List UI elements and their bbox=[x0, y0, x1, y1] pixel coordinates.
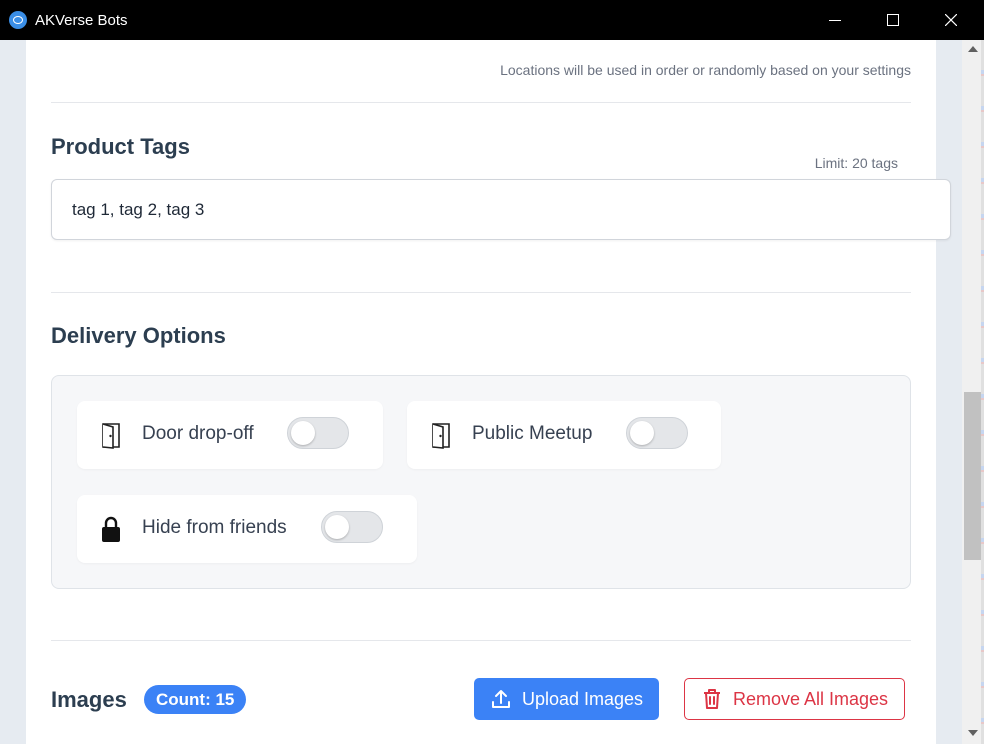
minimize-icon bbox=[829, 19, 841, 21]
scroll-up-arrow-icon[interactable] bbox=[968, 46, 978, 52]
upload-images-button[interactable]: Upload Images bbox=[474, 678, 659, 720]
trash-icon bbox=[703, 689, 720, 709]
right-gutter bbox=[936, 40, 962, 744]
lock-icon bbox=[102, 516, 120, 542]
settings-card: Locations will be used in order or rando… bbox=[26, 40, 951, 744]
close-button[interactable] bbox=[922, 0, 980, 40]
divider bbox=[51, 102, 911, 103]
remove-all-images-label: Remove All Images bbox=[732, 688, 889, 709]
scroll-thumb[interactable] bbox=[964, 392, 981, 560]
option-label: Door drop-off bbox=[142, 423, 254, 444]
app-logo-icon bbox=[9, 11, 27, 29]
option-public-meetup: Public Meetup bbox=[407, 401, 721, 469]
toggle-knob bbox=[630, 421, 654, 445]
images-title: Images bbox=[51, 687, 127, 712]
door-dropoff-toggle[interactable] bbox=[287, 417, 349, 449]
maximize-button[interactable] bbox=[864, 0, 922, 40]
option-label: Hide from friends bbox=[142, 517, 287, 538]
scroll-down-arrow-icon[interactable] bbox=[968, 730, 978, 736]
product-tags-title: Product Tags bbox=[51, 134, 190, 159]
hide-from-friends-toggle[interactable] bbox=[321, 511, 383, 543]
upload-icon bbox=[491, 690, 510, 708]
public-meetup-toggle[interactable] bbox=[626, 417, 688, 449]
divider bbox=[51, 640, 911, 641]
upload-images-label: Upload Images bbox=[521, 688, 644, 709]
divider bbox=[51, 292, 911, 293]
door-icon bbox=[102, 423, 120, 449]
title-bar: AKVerse Bots bbox=[0, 0, 984, 40]
left-gutter bbox=[0, 40, 26, 744]
toggle-knob bbox=[291, 421, 315, 445]
door-icon bbox=[432, 423, 450, 449]
product-tags-input[interactable] bbox=[51, 179, 951, 240]
delivery-options-title: Delivery Options bbox=[51, 323, 226, 348]
option-label: Public Meetup bbox=[472, 423, 593, 444]
window-title: AKVerse Bots bbox=[35, 12, 128, 29]
option-hide-from-friends: Hide from friends bbox=[77, 495, 417, 563]
tags-limit-label: Limit: 20 tags bbox=[814, 155, 898, 171]
delivery-options-panel: Door drop-off Public Meetup Hide from fr… bbox=[51, 375, 911, 589]
remove-all-images-button[interactable]: Remove All Images bbox=[684, 678, 905, 720]
minimize-button[interactable] bbox=[806, 0, 864, 40]
close-icon bbox=[945, 14, 957, 26]
locations-hint: Locations will be used in order or rando… bbox=[500, 62, 911, 78]
images-count-badge: Count: 15 bbox=[144, 685, 247, 714]
maximize-icon bbox=[887, 14, 899, 26]
toggle-knob bbox=[325, 515, 349, 539]
option-door-dropoff: Door drop-off bbox=[77, 401, 383, 469]
